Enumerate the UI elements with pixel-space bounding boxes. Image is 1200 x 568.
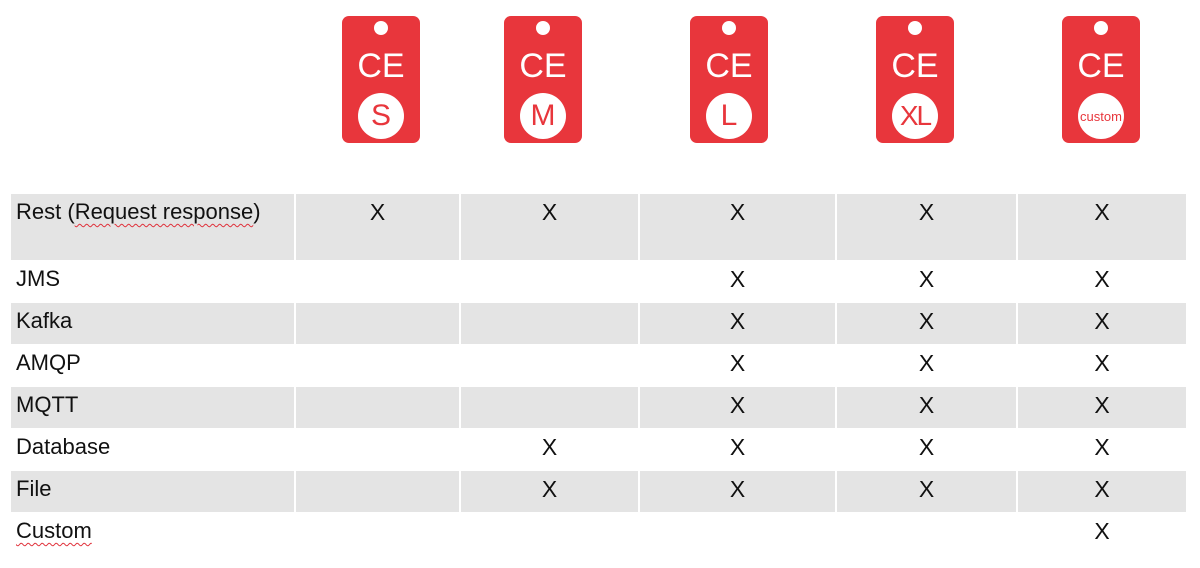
check-mark: X (1094, 476, 1110, 502)
row-label: File (11, 471, 296, 513)
feature-matrix-table: Rest (Request response) X X X X X JMS X … (11, 194, 1186, 555)
cell-m (461, 345, 640, 387)
row-label: JMS (11, 261, 296, 303)
badge-hole-icon (536, 21, 550, 35)
row-label: Rest (Request response) (11, 194, 296, 261)
cell-l: X (640, 429, 837, 471)
row-label: Database (11, 429, 296, 471)
badge-size-m: M (520, 93, 566, 139)
badge-size-xl: XL (892, 93, 938, 139)
badge-prefix: CE (357, 47, 405, 85)
badge-hole-icon (1094, 21, 1108, 35)
check-mark: X (369, 199, 386, 225)
cell-custom: X (1018, 513, 1186, 555)
check-mark: X (918, 434, 935, 460)
row-label-text-flagged: Custom (16, 518, 92, 543)
check-mark: X (918, 476, 935, 502)
badge-size-s: S (358, 93, 404, 139)
row-label-text: ) (253, 199, 261, 224)
row-label: MQTT (11, 387, 296, 429)
check-mark: X (1094, 308, 1110, 334)
cell-s (296, 261, 461, 303)
cell-m (461, 261, 640, 303)
cell-s: X (296, 194, 461, 261)
cell-l: X (640, 471, 837, 513)
cell-l (640, 513, 837, 555)
cell-xl: X (837, 387, 1018, 429)
cell-xl: X (837, 345, 1018, 387)
check-mark: X (729, 308, 746, 334)
cell-custom: X (1018, 261, 1186, 303)
cell-xl: X (837, 261, 1018, 303)
check-mark: X (918, 392, 935, 418)
row-label: AMQP (11, 345, 296, 387)
badge-ce-xl: CE XL (876, 16, 954, 143)
row-label: Custom (11, 513, 296, 555)
cell-m: X (461, 429, 640, 471)
cell-l: X (640, 387, 837, 429)
check-mark: X (541, 199, 558, 225)
cell-l: X (640, 194, 837, 261)
badge-hole-icon (722, 21, 736, 35)
cell-s (296, 513, 461, 555)
check-mark: X (1094, 392, 1110, 418)
badge-ce-l: CE L (690, 16, 768, 143)
cell-xl: X (837, 303, 1018, 345)
cell-custom: X (1018, 429, 1186, 471)
check-mark: X (1094, 199, 1110, 225)
check-mark: X (918, 266, 935, 292)
cell-custom: X (1018, 471, 1186, 513)
cell-m: X (461, 194, 640, 261)
check-mark: X (541, 434, 558, 460)
cell-s (296, 471, 461, 513)
badge-ce-custom: CE custom (1062, 16, 1140, 143)
cell-m (461, 513, 640, 555)
cell-m (461, 303, 640, 345)
cell-custom: X (1018, 303, 1186, 345)
badge-hole-icon (374, 21, 388, 35)
check-mark: X (1094, 266, 1110, 292)
row-label: Kafka (11, 303, 296, 345)
cell-xl: X (837, 471, 1018, 513)
badge-ce-m: CE M (504, 16, 582, 143)
cell-custom: X (1018, 387, 1186, 429)
badge-prefix: CE (705, 47, 753, 85)
badge-prefix: CE (1077, 47, 1125, 85)
check-mark: X (1094, 518, 1110, 544)
badge-ce-s: CE S (342, 16, 420, 143)
cell-s (296, 429, 461, 471)
row-label-text-flagged: Request response (74, 199, 254, 224)
check-mark: X (918, 308, 935, 334)
check-mark: X (729, 199, 746, 225)
check-mark: X (541, 476, 558, 502)
cell-l: X (640, 261, 837, 303)
cell-xl (837, 513, 1018, 555)
row-label-text: Rest ( (16, 199, 75, 224)
badge-prefix: CE (519, 47, 567, 85)
cell-xl: X (837, 194, 1018, 261)
check-mark: X (729, 350, 746, 376)
cell-custom: X (1018, 345, 1186, 387)
check-mark: X (1094, 350, 1110, 376)
badge-hole-icon (908, 21, 922, 35)
check-mark: X (729, 476, 746, 502)
badge-size-l: L (706, 93, 752, 139)
check-mark: X (729, 266, 746, 292)
cell-l: X (640, 303, 837, 345)
cell-s (296, 303, 461, 345)
cell-s (296, 387, 461, 429)
cell-m: X (461, 471, 640, 513)
check-mark: X (729, 392, 746, 418)
cell-xl: X (837, 429, 1018, 471)
cell-l: X (640, 345, 837, 387)
cell-m (461, 387, 640, 429)
check-mark: X (729, 434, 746, 460)
check-mark: X (918, 350, 935, 376)
cell-custom: X (1018, 194, 1186, 261)
cell-s (296, 345, 461, 387)
check-mark: X (1094, 434, 1110, 460)
badge-prefix: CE (891, 47, 939, 85)
badge-size-custom: custom (1078, 93, 1124, 139)
check-mark: X (918, 199, 935, 225)
